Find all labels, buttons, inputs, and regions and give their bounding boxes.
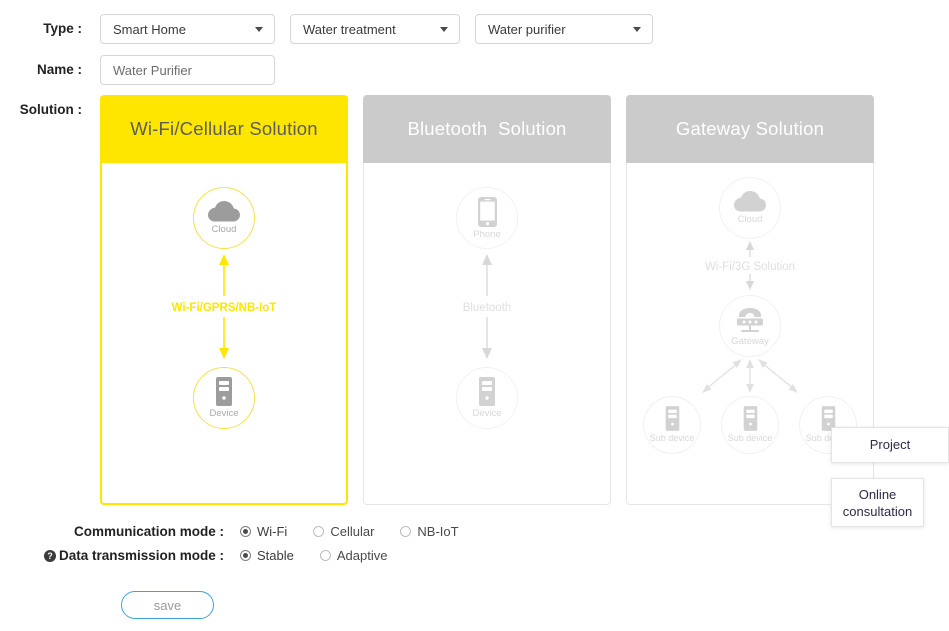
node-device-label: Device [209,408,238,419]
communication-mode-label: Communication mode : [0,524,240,539]
radio-communication-wifi-label: Wi-Fi [257,524,287,539]
chevron-down-icon [633,27,641,32]
mode-settings: Communication mode : Wi-Fi Cellular NB-I… [0,521,485,569]
solution-card-gateway-title: Gateway Solution [626,95,874,163]
node-device: Device [193,367,255,429]
node-sub-device: Sub device [643,396,701,454]
chevron-down-icon [440,27,448,32]
node-cloud-label: Cloud [212,224,237,235]
solution-card-wifi-cellular-body: Cloud Wi-Fi/GPRS/NB-IoT [100,163,348,505]
name-input[interactable] [100,55,275,85]
type-row: Type : Smart Home Water treatment Water … [0,14,668,44]
arrow-down-icon [743,274,757,293]
radio-dot-icon [320,550,331,561]
data-transmission-mode-label: ?Data transmission mode : [0,548,240,563]
node-gateway: Gateway [719,295,781,357]
node-cloud: Cloud [193,187,255,249]
node-cloud: Cloud [719,177,781,239]
node-device-label: Device [472,408,501,419]
node-sub-device-label: Sub device [728,433,773,444]
arrow-down-icon [217,317,231,362]
arrow-up-icon [217,254,231,299]
online-consultation-float-button[interactable]: Online consultation [831,478,924,527]
node-sub-device-label: Sub device [650,433,695,444]
type-category-select[interactable]: Smart Home [100,14,275,44]
bluetooth-link-label: Bluetooth [463,301,512,315]
solution-card-bluetooth[interactable]: Bluetooth Solution Phone [363,95,611,505]
solution-card-wifi-cellular[interactable]: Wi-Fi/Cellular Solution Cloud [100,95,348,505]
gateway-icon [734,306,766,334]
sub-device-row: Sub device Sub devic [643,396,857,454]
device-tower-icon [742,406,759,431]
radio-dot-icon [400,526,411,537]
arrow-up-icon [743,241,757,260]
radio-communication-nbiot[interactable]: NB-IoT [400,524,458,539]
solution-card-wifi-cellular-title: Wi-Fi/Cellular Solution [100,95,348,163]
project-float-button[interactable]: Project [831,427,949,463]
communication-mode-row: Communication mode : Wi-Fi Cellular NB-I… [0,521,485,542]
node-cloud-label: Cloud [738,214,763,225]
radio-dot-icon [240,550,251,561]
bluetooth-diagram: Phone Bluetooth [364,163,610,504]
radio-transmission-adaptive-label: Adaptive [337,548,388,563]
node-phone: Phone [456,187,518,249]
arrow-down-icon [480,317,494,362]
radio-communication-wifi[interactable]: Wi-Fi [240,524,287,539]
solution-card-bluetooth-title: Bluetooth Solution [363,95,611,163]
data-transmission-mode-row: ?Data transmission mode : Stable Adaptiv… [0,545,485,566]
wifi-cellular-diagram: Cloud Wi-Fi/GPRS/NB-IoT [102,163,346,503]
radio-communication-nbiot-label: NB-IoT [417,524,458,539]
device-tower-icon [477,377,497,406]
node-device: Device [456,367,518,429]
save-button[interactable]: save [121,591,214,619]
arrow-up-icon [480,254,494,299]
gateway-link-label: Wi-Fi/3G Solution [705,260,795,274]
type-subcategory-value: Water treatment [303,22,396,37]
radio-transmission-stable[interactable]: Stable [240,548,294,563]
cloud-icon [734,191,766,212]
solution-card-list: Wi-Fi/Cellular Solution Cloud [100,95,889,505]
device-tower-icon [214,377,234,406]
radio-transmission-stable-label: Stable [257,548,294,563]
data-transmission-mode-label-text: Data transmission mode : [59,548,224,563]
solution-label: Solution : [0,95,100,125]
radio-dot-icon [313,526,324,537]
radio-transmission-adaptive[interactable]: Adaptive [320,548,388,563]
device-tower-icon [664,406,681,431]
type-subcategory-select[interactable]: Water treatment [290,14,460,44]
node-gateway-label: Gateway [731,336,769,347]
type-label: Type : [0,14,100,44]
wifi-cellular-link-label: Wi-Fi/GPRS/NB-IoT [172,301,277,315]
radio-communication-cellular[interactable]: Cellular [313,524,374,539]
name-label: Name : [0,55,100,85]
node-phone-label: Phone [473,229,500,240]
type-category-value: Smart Home [113,22,186,37]
phone-icon [478,197,497,227]
name-row: Name : [0,55,275,85]
chevron-down-icon [255,27,263,32]
cloud-icon [208,201,240,222]
question-mark-icon[interactable]: ? [44,550,56,562]
solution-card-bluetooth-body: Phone Bluetooth [363,163,611,505]
type-product-select[interactable]: Water purifier [475,14,653,44]
radio-communication-cellular-label: Cellular [330,524,374,539]
solution-row: Solution : Wi-Fi/Cellular Solution Cloud [0,95,889,505]
radio-dot-icon [240,526,251,537]
type-product-value: Water purifier [488,22,566,37]
gateway-fanout-arrows [658,359,842,396]
node-sub-device: Sub device [721,396,779,454]
